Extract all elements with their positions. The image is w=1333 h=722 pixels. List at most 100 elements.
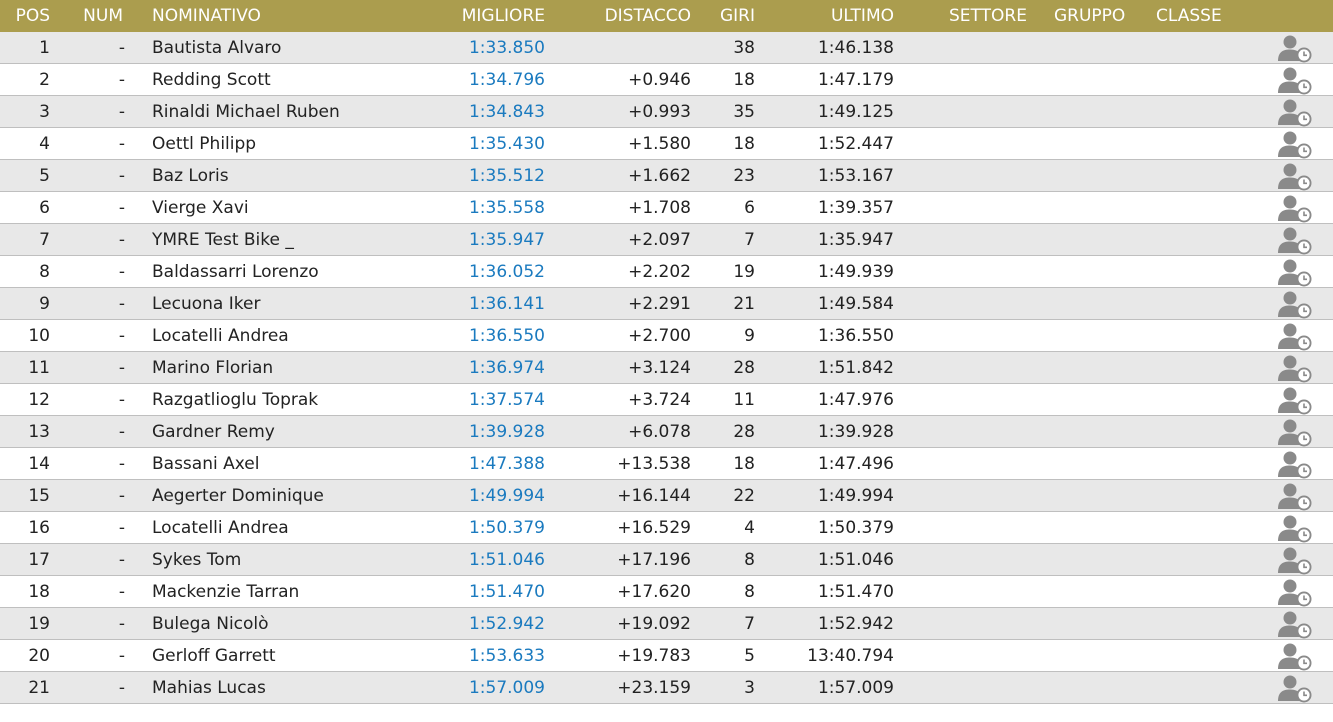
header-laps[interactable]: GIRI xyxy=(700,0,755,32)
driver-history-icon[interactable] xyxy=(1276,609,1314,639)
header-last[interactable]: ULTIMO xyxy=(770,0,894,32)
row-laps: 18 xyxy=(733,454,755,474)
table-row[interactable]: 9 - Lecuona Iker 1:36.141 +2.291 21 1:49.584 xyxy=(0,288,1333,320)
row-rider-name: Mackenzie Tarran xyxy=(152,582,300,602)
driver-history-icon[interactable] xyxy=(1276,545,1314,575)
row-laps: 19 xyxy=(733,262,755,282)
driver-history-icon[interactable] xyxy=(1276,193,1314,223)
row-gap: +19.783 xyxy=(617,646,691,666)
row-gap: +17.196 xyxy=(617,550,691,570)
table-row[interactable]: 15 - Aegerter Dominique 1:49.994 +16.144 22 1:… xyxy=(0,480,1333,512)
row-last-lap: 1:57.009 xyxy=(817,678,894,698)
row-number: - xyxy=(118,358,125,378)
row-position: 10 xyxy=(28,326,50,346)
driver-history-icon[interactable] xyxy=(1276,257,1314,287)
driver-history-icon xyxy=(1278,451,1312,479)
row-number: - xyxy=(118,134,125,154)
driver-history-icon[interactable] xyxy=(1276,321,1314,351)
row-best-lap-link[interactable]: 1:51.046 xyxy=(420,544,545,576)
row-best-lap-link[interactable]: 1:50.379 xyxy=(420,512,545,544)
table-row[interactable]: 2 - Redding Scott 1:34.796 +0.946 18 1:47.179 xyxy=(0,64,1333,96)
row-best-lap-link[interactable]: 1:33.850 xyxy=(420,32,545,64)
row-best-lap-link[interactable]: 1:47.388 xyxy=(420,448,545,480)
header-sector[interactable]: SETTORE xyxy=(949,0,1029,32)
table-row[interactable]: 4 - Oettl Philipp 1:35.430 +1.580 18 1:52.447 xyxy=(0,128,1333,160)
table-row[interactable]: 7 - YMRE Test Bike _ 1:35.947 +2.097 7 1:35.94… xyxy=(0,224,1333,256)
table-row[interactable]: 21 - Mahias Lucas 1:57.009 +23.159 3 1:57.009 xyxy=(0,672,1333,704)
header-gap[interactable]: DISTACCO xyxy=(560,0,691,32)
table-row[interactable]: 3 - Rinaldi Michael Ruben 1:34.843 +0.993 35 1… xyxy=(0,96,1333,128)
row-best-lap-link[interactable]: 1:36.974 xyxy=(420,352,545,384)
driver-history-icon[interactable] xyxy=(1276,353,1314,383)
header-pos[interactable]: POS xyxy=(0,0,50,32)
header-best[interactable]: MIGLIORE xyxy=(420,0,545,32)
row-best-lap-link[interactable]: 1:53.633 xyxy=(420,640,545,672)
driver-history-icon[interactable] xyxy=(1276,97,1314,127)
driver-history-icon[interactable] xyxy=(1276,641,1314,671)
row-best-lap-link[interactable]: 1:35.430 xyxy=(420,128,545,160)
table-row[interactable]: 1 - Bautista Alvaro 1:33.850 38 1:46.138 xyxy=(0,32,1333,64)
driver-history-icon[interactable] xyxy=(1276,449,1314,479)
driver-history-icon[interactable] xyxy=(1276,673,1314,703)
row-rider-name: Baldassarri Lorenzo xyxy=(152,262,319,282)
driver-history-icon xyxy=(1278,387,1312,415)
row-rider-name: Redding Scott xyxy=(152,70,271,90)
row-number: - xyxy=(118,70,125,90)
driver-history-icon[interactable] xyxy=(1276,289,1314,319)
header-num[interactable]: NUM xyxy=(70,0,123,32)
row-gap: +2.700 xyxy=(628,326,691,346)
table-row[interactable]: 12 - Razgatlioglu Toprak 1:37.574 +3.724 11 1:… xyxy=(0,384,1333,416)
row-rider-name: Rinaldi Michael Ruben xyxy=(152,102,340,122)
driver-history-icon[interactable] xyxy=(1276,513,1314,543)
row-rider-name: Aegerter Dominique xyxy=(152,486,324,506)
table-row[interactable]: 17 - Sykes Tom 1:51.046 +17.196 8 1:51.046 xyxy=(0,544,1333,576)
table-row[interactable]: 5 - Baz Loris 1:35.512 +1.662 23 1:53.167 xyxy=(0,160,1333,192)
row-best-lap-link[interactable]: 1:52.942 xyxy=(420,608,545,640)
table-row[interactable]: 16 - Locatelli Andrea 1:50.379 +16.529 4 1:50.… xyxy=(0,512,1333,544)
table-row[interactable]: 13 - Gardner Remy 1:39.928 +6.078 28 1:39.928 xyxy=(0,416,1333,448)
header-group[interactable]: GRUPPO xyxy=(1054,0,1144,32)
row-best-lap-link[interactable]: 1:36.550 xyxy=(420,320,545,352)
row-best-lap-link[interactable]: 1:49.994 xyxy=(420,480,545,512)
row-rider-name: YMRE Test Bike _ xyxy=(152,230,294,250)
table-row[interactable]: 6 - Vierge Xavi 1:35.558 +1.708 6 1:39.357 xyxy=(0,192,1333,224)
row-best-lap-link[interactable]: 1:35.947 xyxy=(420,224,545,256)
row-best-lap-link[interactable]: 1:35.512 xyxy=(420,160,545,192)
row-best-lap-link[interactable]: 1:57.009 xyxy=(420,672,545,704)
driver-history-icon[interactable] xyxy=(1276,481,1314,511)
row-best-lap-link[interactable]: 1:37.574 xyxy=(420,384,545,416)
row-gap: +0.993 xyxy=(628,102,691,122)
header-class[interactable]: CLASSE xyxy=(1156,0,1236,32)
row-best-lap-link[interactable]: 1:51.470 xyxy=(420,576,545,608)
row-gap: +2.097 xyxy=(628,230,691,250)
driver-history-icon[interactable] xyxy=(1276,129,1314,159)
table-row[interactable]: 14 - Bassani Axel 1:47.388 +13.538 18 1:47.496 xyxy=(0,448,1333,480)
table-row[interactable]: 8 - Baldassarri Lorenzo 1:36.052 +2.202 19 1:4… xyxy=(0,256,1333,288)
table-row[interactable]: 11 - Marino Florian 1:36.974 +3.124 28 1:51.84… xyxy=(0,352,1333,384)
driver-history-icon[interactable] xyxy=(1276,385,1314,415)
driver-history-icon[interactable] xyxy=(1276,161,1314,191)
driver-history-icon[interactable] xyxy=(1276,577,1314,607)
driver-history-icon[interactable] xyxy=(1276,65,1314,95)
row-number: - xyxy=(118,166,125,186)
row-best-lap-link[interactable]: 1:36.141 xyxy=(420,288,545,320)
row-laps: 5 xyxy=(744,646,755,666)
driver-history-icon[interactable] xyxy=(1276,33,1314,63)
row-last-lap: 1:47.976 xyxy=(817,390,894,410)
row-best-lap-link[interactable]: 1:36.052 xyxy=(420,256,545,288)
driver-history-icon[interactable] xyxy=(1276,225,1314,255)
row-best-lap-link[interactable]: 1:39.928 xyxy=(420,416,545,448)
table-row[interactable]: 10 - Locatelli Andrea 1:36.550 +2.700 9 1:36.5… xyxy=(0,320,1333,352)
row-last-lap: 1:36.550 xyxy=(817,326,894,346)
table-row[interactable]: 19 - Bulega Nicolò 1:52.942 +19.092 7 1:52.942 xyxy=(0,608,1333,640)
table-row[interactable]: 20 - Gerloff Garrett 1:53.633 +19.783 5 13:40.… xyxy=(0,640,1333,672)
row-best-lap-link[interactable]: 1:35.558 xyxy=(420,192,545,224)
driver-history-icon[interactable] xyxy=(1276,417,1314,447)
header-name[interactable]: NOMINATIVO xyxy=(152,0,432,32)
table-row[interactable]: 18 - Mackenzie Tarran 1:51.470 +17.620 8 1:51.… xyxy=(0,576,1333,608)
row-gap: +0.946 xyxy=(628,70,691,90)
row-best-lap-link[interactable]: 1:34.796 xyxy=(420,64,545,96)
driver-history-icon xyxy=(1278,35,1312,63)
row-best-lap-link[interactable]: 1:34.843 xyxy=(420,96,545,128)
row-position: 12 xyxy=(28,390,50,410)
